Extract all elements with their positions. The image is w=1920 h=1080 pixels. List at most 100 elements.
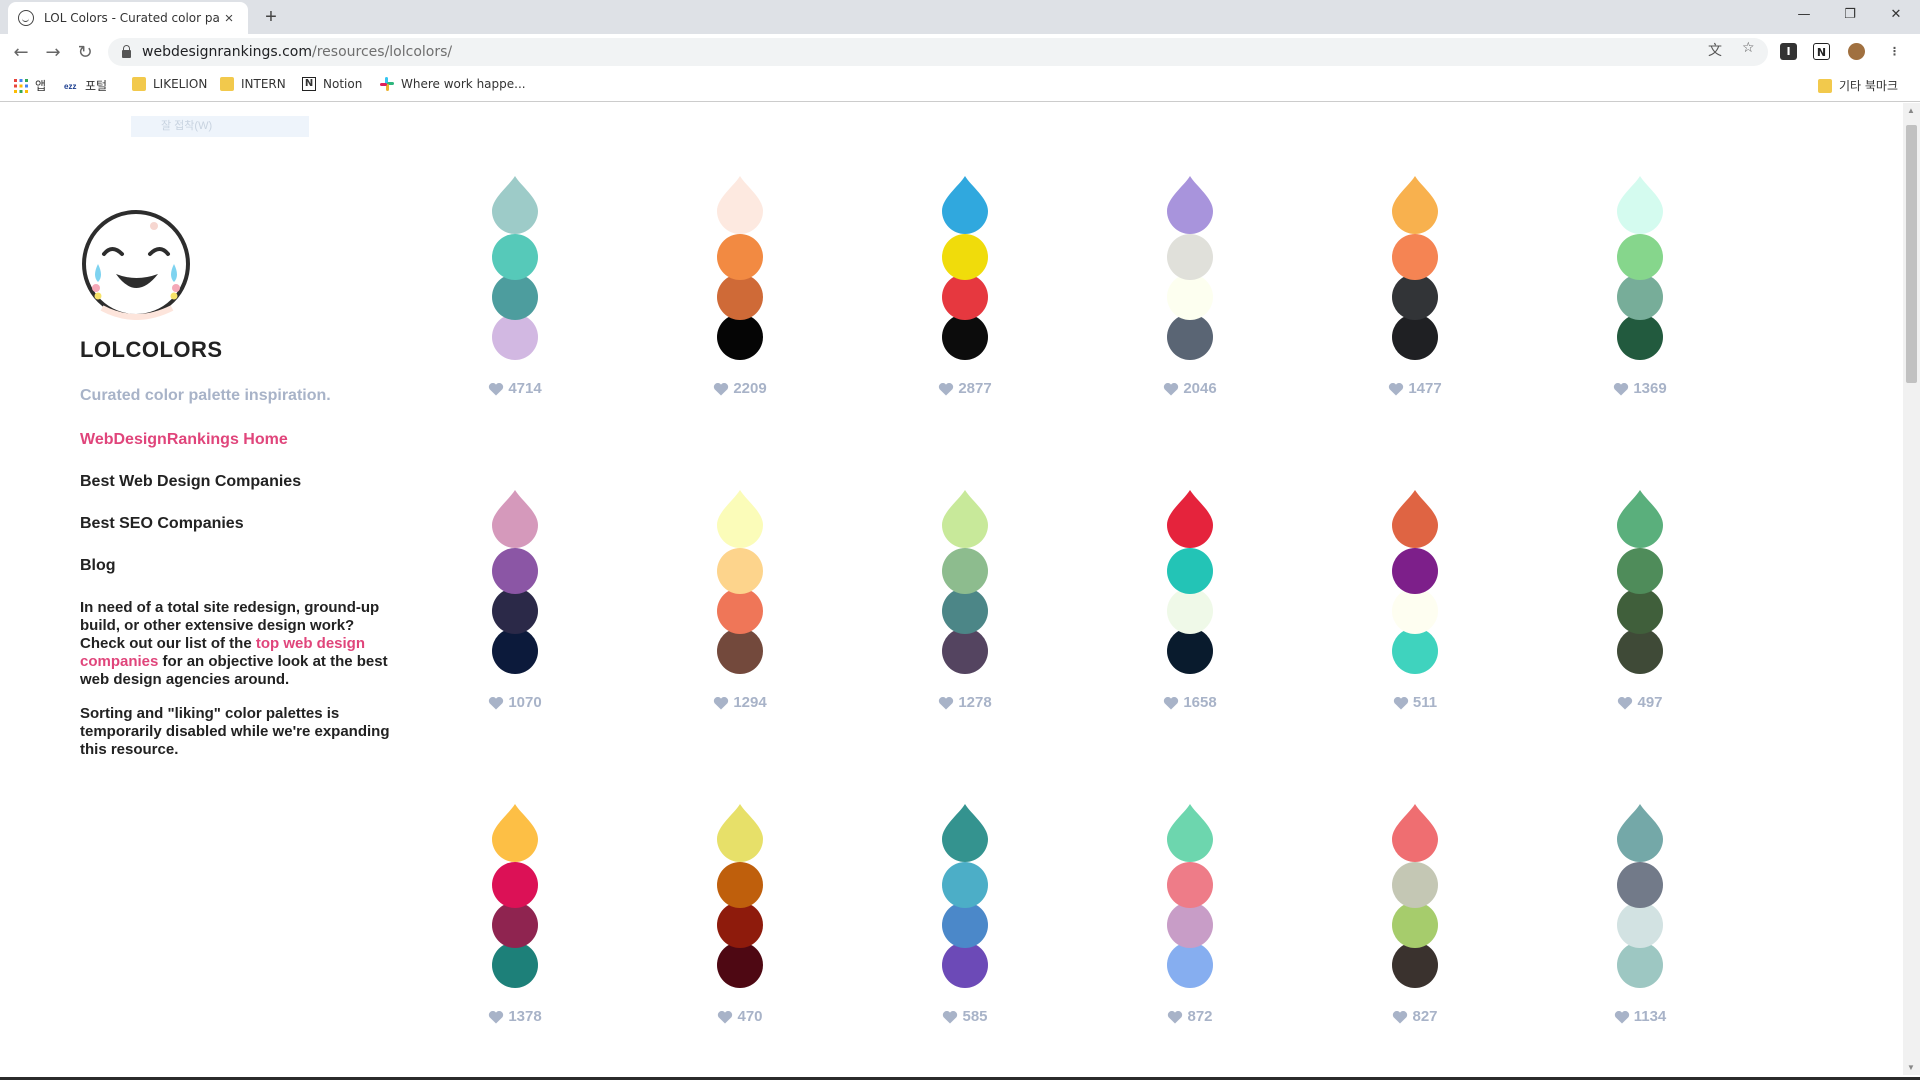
color-swatch (942, 628, 988, 674)
tab-title: LOL Colors - Curated color pale (44, 11, 220, 25)
color-swatch (1167, 548, 1213, 594)
like-count-value: 1477 (1408, 380, 1442, 397)
scrollbar[interactable]: ▲ ▼ (1903, 103, 1920, 1075)
address-bar[interactable]: webdesignrankings.com/resources/lolcolor… (108, 38, 1768, 66)
translate-icon[interactable]: 文 (1708, 40, 1722, 60)
minimize-button[interactable]: — (1781, 0, 1827, 30)
palette-card[interactable]: 1378 (470, 804, 560, 1054)
palette-card[interactable]: 1134 (1595, 804, 1685, 1054)
restore-button[interactable]: ❐ (1827, 0, 1873, 30)
bookmark-apps[interactable]: 앱 (14, 77, 46, 94)
bookmark-portal[interactable]: ezz 포털 (64, 77, 107, 94)
palette-card[interactable]: 1477 (1370, 176, 1460, 426)
notion-extension-icon[interactable]: N (1813, 43, 1830, 60)
palette-card[interactable]: 4714 (470, 176, 560, 426)
palette-drops (492, 176, 538, 360)
like-count[interactable]: 1378 (470, 1008, 560, 1025)
like-count[interactable]: 1070 (470, 694, 560, 711)
palette-drops (717, 490, 763, 674)
scroll-up-icon[interactable]: ▲ (1907, 106, 1915, 115)
like-count-value: 4714 (508, 380, 542, 397)
menu-kebab-icon[interactable]: ⋮ (1886, 43, 1903, 60)
scrollbar-thumb[interactable] (1906, 125, 1917, 383)
color-swatch (717, 804, 763, 863)
like-count[interactable]: 4714 (470, 380, 560, 397)
reload-icon[interactable]: ↻ (72, 40, 98, 66)
palette-drops (942, 804, 988, 988)
tab-close-icon[interactable]: × (220, 10, 238, 27)
like-count[interactable]: 2046 (1145, 380, 1235, 397)
palette-card[interactable]: 585 (920, 804, 1010, 1054)
nav-link-web-design-companies[interactable]: Best Web Design Companies (80, 473, 390, 491)
palette-card[interactable]: 1369 (1595, 176, 1685, 426)
palette-card[interactable]: 1278 (920, 490, 1010, 740)
palette-card[interactable]: 1658 (1145, 490, 1235, 740)
back-arrow-icon[interactable]: ← (8, 40, 34, 66)
bookmark-other[interactable]: 기타 북마크 (1818, 77, 1898, 94)
like-count-value: 2877 (958, 380, 992, 397)
url-text: webdesignrankings.com/resources/lolcolor… (142, 44, 453, 60)
palette-card[interactable]: 2209 (695, 176, 785, 426)
new-tab-button[interactable]: + (258, 4, 284, 30)
nav-link-blog[interactable]: Blog (80, 557, 390, 575)
like-count[interactable]: 2877 (920, 380, 1010, 397)
color-swatch (942, 274, 988, 320)
tab-lolcolors[interactable]: LOL Colors - Curated color pale × (8, 2, 248, 34)
like-count[interactable]: 585 (920, 1008, 1010, 1025)
like-count[interactable]: 827 (1370, 1008, 1460, 1025)
color-swatch (1167, 274, 1213, 320)
like-count[interactable]: 1369 (1595, 380, 1685, 397)
color-swatch (492, 274, 538, 320)
palette-card[interactable]: 827 (1370, 804, 1460, 1054)
extension-icon[interactable]: I (1780, 43, 1797, 60)
like-count[interactable]: 1134 (1595, 1008, 1685, 1025)
bookmark-intern[interactable]: INTERN (220, 77, 286, 91)
bookmark-slack[interactable]: Where work happe... (380, 77, 526, 91)
forward-arrow-icon[interactable]: → (40, 40, 66, 66)
nav-link-seo-companies[interactable]: Best SEO Companies (80, 515, 390, 533)
like-count[interactable]: 470 (695, 1008, 785, 1025)
like-count[interactable]: 1278 (920, 694, 1010, 711)
nav-link-home[interactable]: WebDesignRankings Home (80, 431, 390, 449)
bookmark-notion[interactable]: N Notion (302, 77, 362, 91)
palette-card[interactable]: 497 (1595, 490, 1685, 740)
like-count-value: 1278 (958, 694, 992, 711)
close-window-button[interactable]: ✕ (1873, 0, 1919, 30)
color-swatch (1167, 862, 1213, 908)
color-swatch (1392, 588, 1438, 634)
site-tagline: Curated color palette inspiration. (80, 387, 331, 404)
color-swatch (942, 942, 988, 988)
heart-icon (1618, 696, 1633, 709)
like-count-value: 827 (1412, 1008, 1438, 1025)
site-brand: LOLCOLORS (80, 337, 223, 362)
scroll-down-icon[interactable]: ▼ (1907, 1063, 1915, 1072)
like-count[interactable]: 1658 (1145, 694, 1235, 711)
portal-icon: ezz (64, 82, 76, 91)
palette-drops (942, 490, 988, 674)
color-swatch (492, 176, 538, 235)
palette-card[interactable]: 511 (1370, 490, 1460, 740)
palette-card[interactable]: 872 (1145, 804, 1235, 1054)
notion-icon: N (302, 77, 316, 91)
color-swatch (942, 804, 988, 863)
like-count[interactable]: 497 (1595, 694, 1685, 711)
palette-card[interactable]: 1070 (470, 490, 560, 740)
palette-card[interactable]: 1294 (695, 490, 785, 740)
bookmark-star-icon[interactable]: ☆ (1742, 40, 1755, 56)
bookmark-likelion[interactable]: LIKELION (132, 77, 207, 91)
color-swatch (1167, 176, 1213, 235)
like-count[interactable]: 2209 (695, 380, 785, 397)
color-swatch (1617, 548, 1663, 594)
color-swatch (942, 862, 988, 908)
palette-card[interactable]: 2046 (1145, 176, 1235, 426)
palette-card[interactable]: 2877 (920, 176, 1010, 426)
palette-card[interactable]: 470 (695, 804, 785, 1054)
heart-icon (714, 696, 729, 709)
like-count[interactable]: 1477 (1370, 380, 1460, 397)
like-count-value: 511 (1412, 694, 1438, 711)
profile-avatar[interactable] (1848, 43, 1865, 60)
like-count[interactable]: 511 (1370, 694, 1460, 711)
like-count[interactable]: 872 (1145, 1008, 1235, 1025)
like-count[interactable]: 1294 (695, 694, 785, 711)
color-swatch (1167, 942, 1213, 988)
